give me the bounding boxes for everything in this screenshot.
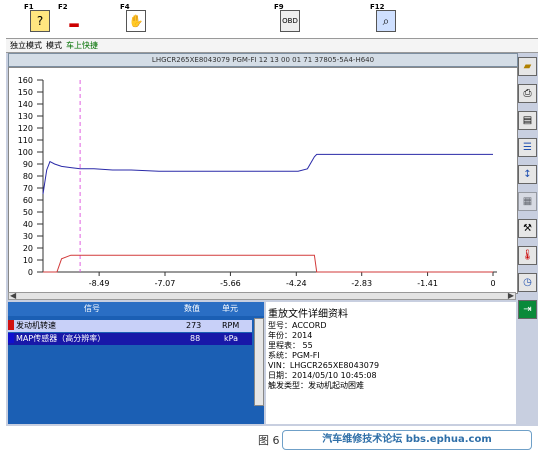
mode-onboard[interactable]: 车上快捷 bbox=[66, 41, 98, 50]
y-tick-label: 70 bbox=[23, 184, 33, 193]
f1-help-button[interactable]: F1 ? bbox=[24, 3, 54, 37]
forum-watermark: 汽车维修技术论坛 bbs.ephua.com bbox=[282, 430, 532, 450]
header-unit: 单元 bbox=[222, 304, 238, 313]
table-row[interactable]: MAP传感器（高分辨率） 88 kPa bbox=[8, 333, 252, 345]
mode-bar: 独立模式 模式 车上快捷 bbox=[6, 38, 538, 53]
f12-print-preview-button[interactable]: F12 ⌕ bbox=[370, 3, 400, 37]
tools-icon: ⚒ bbox=[523, 223, 532, 234]
details-title: 重放文件详细资料 bbox=[268, 309, 348, 320]
f4-tool-button[interactable]: F4 ✋ bbox=[120, 3, 150, 37]
x-tick-label: -1.41 bbox=[417, 279, 438, 288]
x-tick-label: -5.66 bbox=[220, 279, 241, 288]
list-icon: ☰ bbox=[523, 142, 532, 153]
header-signal: 信号 bbox=[84, 304, 100, 313]
y-tick-label: 0 bbox=[28, 268, 33, 277]
report-button[interactable]: ▤ bbox=[518, 111, 537, 130]
y-tick-label: 20 bbox=[23, 244, 33, 253]
list-button[interactable]: ☰ bbox=[518, 138, 537, 157]
obd-icon: OBD bbox=[280, 10, 300, 32]
y-tick-label: 140 bbox=[18, 100, 33, 109]
x-tick-label: -2.83 bbox=[351, 279, 372, 288]
header-value: 数值 bbox=[184, 304, 200, 313]
open-folder-button[interactable]: ▰ bbox=[518, 57, 537, 76]
signal-unit: kPa bbox=[224, 334, 238, 343]
detail-trigger: 触发类型：发动机起动困难 bbox=[268, 381, 364, 390]
scroll-left-icon[interactable]: ◀ bbox=[10, 291, 16, 300]
mode-independent[interactable]: 独立模式 bbox=[10, 41, 42, 50]
table-header: 信号 数值 单元 bbox=[8, 302, 264, 316]
series-line bbox=[43, 254, 493, 273]
detail-year: 年份：2014 bbox=[268, 331, 313, 340]
f9-obd-button[interactable]: F9 OBD bbox=[274, 3, 304, 37]
zoom-icon: ↕ bbox=[523, 169, 532, 180]
y-tick-label: 150 bbox=[18, 88, 33, 97]
car-icon: ▂ bbox=[64, 10, 84, 32]
y-tick-label: 130 bbox=[18, 112, 33, 121]
replay-file-details: 重放文件详细资料 型号：ACCORD 年份：2014 里程表： 55 系统：PG… bbox=[266, 302, 516, 424]
scroll-right-icon[interactable]: ▶ bbox=[508, 291, 514, 300]
exit-icon: ⇥ bbox=[523, 304, 532, 315]
zoom-button[interactable]: ↕ bbox=[518, 165, 537, 184]
x-tick-label: -8.49 bbox=[89, 279, 110, 288]
x-tick-label: 0 bbox=[490, 279, 495, 288]
y-tick-label: 110 bbox=[18, 136, 33, 145]
clock-icon: ◷ bbox=[523, 277, 532, 288]
print-button[interactable]: ⎙ bbox=[518, 84, 537, 103]
clock-button[interactable]: ◷ bbox=[518, 273, 537, 292]
table-vertical-scrollbar[interactable] bbox=[254, 318, 264, 406]
y-tick-label: 160 bbox=[18, 76, 33, 85]
y-tick-label: 50 bbox=[23, 208, 33, 217]
folder-icon: ▰ bbox=[523, 61, 532, 72]
y-tick-label: 100 bbox=[18, 148, 33, 157]
signal-table: 信号 数值 单元 发动机转速 273 RPM MAP传感器（高分辨率） 88 k… bbox=[8, 302, 264, 424]
detail-odometer: 里程表： 55 bbox=[268, 341, 313, 350]
detail-vin: VIN：LHGCR265XE8043079 bbox=[268, 361, 380, 370]
y-tick-label: 120 bbox=[18, 124, 33, 133]
y-tick-label: 60 bbox=[23, 196, 33, 205]
disabled-tool-button[interactable]: ▦ bbox=[518, 192, 537, 211]
detail-date: 日期：2014/05/10 10:45:08 bbox=[268, 371, 377, 380]
x-tick-label: -4.24 bbox=[286, 279, 307, 288]
vehicle-id-bar: LHGCR265XE8043079 PGM-FI 12 13 00 01 71 … bbox=[8, 53, 518, 67]
settings-button[interactable]: ⚒ bbox=[518, 219, 537, 238]
series-color-swatch bbox=[8, 320, 14, 330]
y-tick-label: 30 bbox=[23, 232, 33, 241]
horizontal-scrollbar[interactable]: ◀ ▶ bbox=[8, 291, 516, 300]
line-chart: 1601501401301201101009080706050403020100… bbox=[18, 76, 497, 288]
f2-vehicle-button[interactable]: F2 ▂ bbox=[58, 3, 88, 37]
document-icon: ▤ bbox=[522, 115, 533, 126]
function-key-bar: F1 ? F2 ▂ F4 ✋ F9 OBD F12 ⌕ bbox=[6, 0, 538, 38]
signal-name: 发动机转速 bbox=[16, 321, 56, 330]
mode-label[interactable]: 模式 bbox=[46, 41, 62, 50]
exit-button[interactable]: ⇥ bbox=[518, 300, 537, 319]
tool-icon: ✋ bbox=[126, 10, 146, 32]
grid-icon: ▦ bbox=[522, 196, 533, 207]
help-icon: ? bbox=[30, 10, 50, 32]
signal-name: MAP传感器（高分辨率） bbox=[16, 334, 106, 343]
printer-icon: ⎙ bbox=[523, 88, 532, 99]
signal-unit: RPM bbox=[222, 321, 240, 330]
detail-model: 型号：ACCORD bbox=[268, 321, 327, 330]
diagnostic-window: F1 ? F2 ▂ F4 ✋ F9 OBD F12 ⌕ 独立模式 模式 车上快捷 L… bbox=[6, 0, 538, 426]
signal-value: 88 bbox=[190, 334, 201, 343]
temperature-button[interactable]: 🌡 bbox=[518, 246, 537, 265]
x-tick-label: -7.07 bbox=[155, 279, 176, 288]
data-plot[interactable]: 160 150 140 130 120 110 100 90 80 70 60 50 40 30 20 10 0… bbox=[8, 67, 518, 294]
y-tick-label: 80 bbox=[23, 172, 33, 181]
right-toolbar: ▰ ⎙ ▤ ☰ ↕ ▦ ⚒ 🌡 ◷ ⇥ bbox=[518, 57, 538, 319]
y-tick-label: 10 bbox=[23, 256, 33, 265]
table-row[interactable]: 发动机转速 273 RPM bbox=[8, 320, 252, 332]
print-preview-icon: ⌕ bbox=[376, 10, 396, 32]
series-line bbox=[42, 153, 493, 195]
y-tick-label: 90 bbox=[23, 160, 33, 169]
y-tick-label: 40 bbox=[23, 220, 33, 229]
figure-caption: 图 6 bbox=[258, 434, 280, 447]
signal-value: 273 bbox=[186, 321, 202, 330]
series-color-swatch bbox=[8, 333, 14, 343]
thermometer-icon: 🌡 bbox=[521, 250, 534, 261]
detail-system: 系统：PGM-FI bbox=[268, 351, 320, 360]
